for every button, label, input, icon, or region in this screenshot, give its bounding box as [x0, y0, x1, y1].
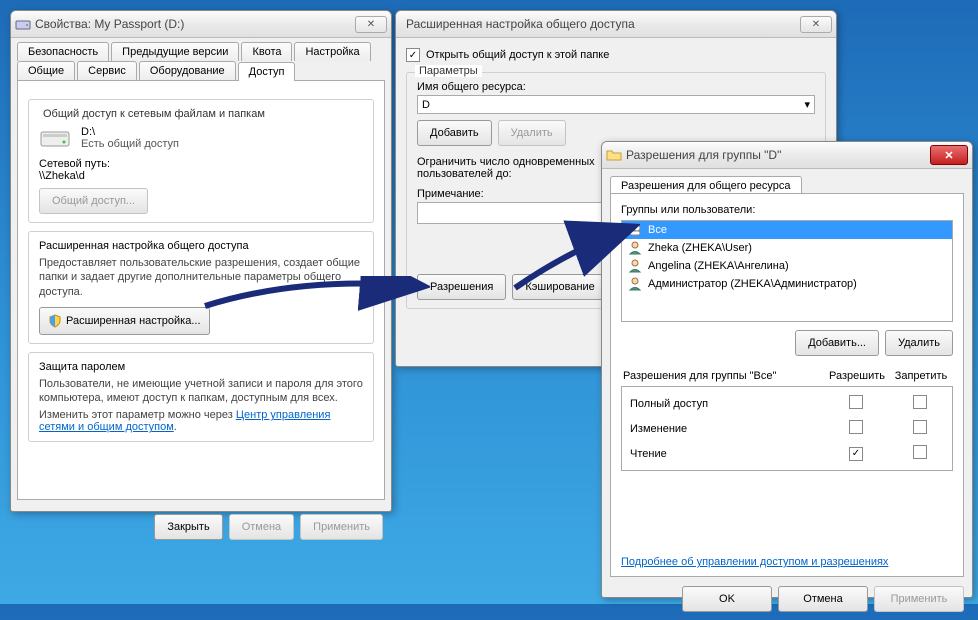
group-icon [628, 223, 642, 237]
allow-checkbox[interactable]: ✓ [849, 447, 863, 461]
user-icon [628, 277, 642, 291]
tab-service[interactable]: Сервис [77, 61, 137, 80]
adv-heading: Расширенная настройка общего доступа [39, 240, 363, 252]
permissions-table: Разрешения для группы "Все" Разрешить За… [621, 366, 953, 386]
open-share-checkbox-row[interactable]: ✓ Открыть общий доступ к этой папке [406, 48, 826, 62]
deny-checkbox[interactable] [913, 445, 927, 459]
params-legend: Параметры [415, 65, 482, 77]
window-title: Свойства: My Passport (D:) [35, 17, 355, 31]
share-heading: Общий доступ к сетевым файлам и папкам [39, 108, 363, 120]
drive-large-icon [39, 126, 71, 150]
tab-security[interactable]: Безопасность [17, 42, 109, 61]
perm-name: Полный доступ [622, 391, 824, 416]
tab-panel: Группы или пользователи: Все Zheka (ZHEK… [610, 193, 964, 577]
tab-general[interactable]: Общие [17, 61, 75, 80]
window-title: Расширенная настройка общего доступа [400, 17, 800, 31]
titlebar[interactable]: Расширенная настройка общего доступа ✕ [396, 11, 836, 38]
add-user-button[interactable]: Добавить... [795, 330, 879, 356]
col-deny: Запретить [889, 366, 953, 386]
permissions-button[interactable]: Разрешения [417, 274, 506, 300]
drive-icon [15, 16, 31, 32]
close-dialog-button[interactable]: Закрыть [154, 514, 222, 540]
properties-window: Свойства: My Passport (D:) ✕ Безопасност… [10, 10, 392, 512]
protect-heading: Защита паролем [39, 361, 363, 373]
apply-button[interactable]: Применить [300, 514, 383, 540]
apply-button[interactable]: Применить [874, 586, 964, 612]
allow-checkbox[interactable] [849, 395, 863, 409]
perm-row-full: Полный доступ [622, 391, 952, 416]
user-name: Администратор (ZHEKA\Администратор) [648, 278, 857, 290]
sharename-dropdown[interactable]: D ▾ [417, 95, 815, 114]
tabs-row1: Безопасность Предыдущие версии Квота Нас… [11, 38, 391, 61]
window-title: Разрешения для группы "D" [626, 148, 930, 162]
col-allow: Разрешить [825, 366, 889, 386]
tab-hardware[interactable]: Оборудование [139, 61, 236, 80]
tabs-row2: Общие Сервис Оборудование Доступ [11, 61, 391, 80]
cancel-button[interactable]: Отмена [229, 514, 294, 540]
close-button[interactable]: ✕ [800, 16, 832, 33]
user-icon [628, 259, 642, 273]
advanced-settings-button[interactable]: Расширенная настройка... [39, 307, 210, 335]
deny-checkbox[interactable] [913, 395, 927, 409]
dialog-buttons: OK Отмена Применить [602, 578, 972, 620]
advanced-share-group: Расширенная настройка общего доступа Пре… [28, 231, 374, 344]
perm-name: Чтение [622, 441, 824, 466]
perms-for-label: Разрешения для группы "Все" [621, 366, 825, 386]
user-name: Zheka (ZHEKA\User) [648, 242, 752, 254]
network-share-group: Общий доступ к сетевым файлам и папкам D… [28, 99, 374, 223]
shield-icon [48, 314, 62, 328]
netpath-value: \\Zheka\d [39, 170, 363, 182]
tab-sharing[interactable]: Доступ [238, 62, 296, 81]
user-row[interactable]: Администратор (ZHEKA\Администратор) [622, 275, 952, 293]
caching-button[interactable]: Кэширование [512, 274, 607, 300]
cancel-button[interactable]: Отмена [778, 586, 868, 612]
sharename-label: Имя общего ресурса: [417, 81, 815, 93]
dialog-buttons: Закрыть Отмена Применить [11, 506, 391, 548]
groups-label: Группы или пользователи: [621, 204, 953, 216]
titlebar[interactable]: Свойства: My Passport (D:) ✕ [11, 11, 391, 38]
tab-previous-versions[interactable]: Предыдущие версии [111, 42, 239, 61]
close-button[interactable]: ✕ [930, 145, 968, 165]
open-share-checkbox[interactable]: ✓ [406, 48, 420, 62]
titlebar[interactable]: Разрешения для группы "D" ✕ [602, 142, 972, 169]
protect-desc: Пользователи, не имеющие учетной записи … [39, 377, 363, 406]
deny-checkbox[interactable] [913, 420, 927, 434]
learn-more-link[interactable]: Подробнее об управлении доступом и разре… [621, 556, 888, 568]
adv-desc: Предоставляет пользовательские разрешени… [39, 256, 363, 299]
share-button[interactable]: Общий доступ... [39, 188, 148, 214]
password-protect-group: Защита паролем Пользователи, не имеющие … [28, 352, 374, 443]
user-row[interactable]: Zheka (ZHEKA\User) [622, 239, 952, 257]
chevron-down-icon: ▾ [804, 98, 810, 111]
allow-checkbox[interactable] [849, 420, 863, 434]
open-share-label: Открыть общий доступ к этой папке [426, 49, 609, 61]
remove-button[interactable]: Удалить [498, 120, 566, 146]
perm-row-read: Чтение ✓ [622, 441, 952, 466]
user-icon [628, 241, 642, 255]
close-button[interactable]: ✕ [355, 16, 387, 33]
user-row[interactable]: Angelina (ZHEKA\Ангелина) [622, 257, 952, 275]
users-list[interactable]: Все Zheka (ZHEKA\User) Angelina (ZHEKA\А… [621, 220, 953, 322]
adv-btn-label: Расширенная настройка... [66, 315, 201, 327]
folder-icon [606, 147, 622, 163]
tab-quota[interactable]: Квота [241, 42, 292, 61]
ok-button[interactable]: OK [682, 586, 772, 612]
user-name: Angelina (ZHEKA\Ангелина) [648, 260, 789, 272]
permissions-list: Полный доступ Изменение Чтение ✓ [621, 386, 953, 471]
perm-name: Изменение [622, 416, 824, 441]
user-row-all[interactable]: Все [622, 221, 952, 239]
share-status: Есть общий доступ [81, 138, 179, 150]
sharename-value: D [422, 99, 430, 111]
drive-path: D:\ [81, 126, 179, 138]
remove-user-button[interactable]: Удалить [885, 330, 953, 356]
permissions-window: Разрешения для группы "D" ✕ Разрешения д… [601, 141, 973, 598]
user-name: Все [648, 224, 667, 236]
netpath-label: Сетевой путь: [39, 158, 363, 170]
tab-body: Общий доступ к сетевым файлам и папкам D… [17, 80, 385, 500]
protect-desc2: Изменить этот параметр можно через [39, 409, 236, 421]
add-button[interactable]: Добавить [417, 120, 492, 146]
tab-customize[interactable]: Настройка [294, 42, 370, 61]
perm-row-change: Изменение [622, 416, 952, 441]
